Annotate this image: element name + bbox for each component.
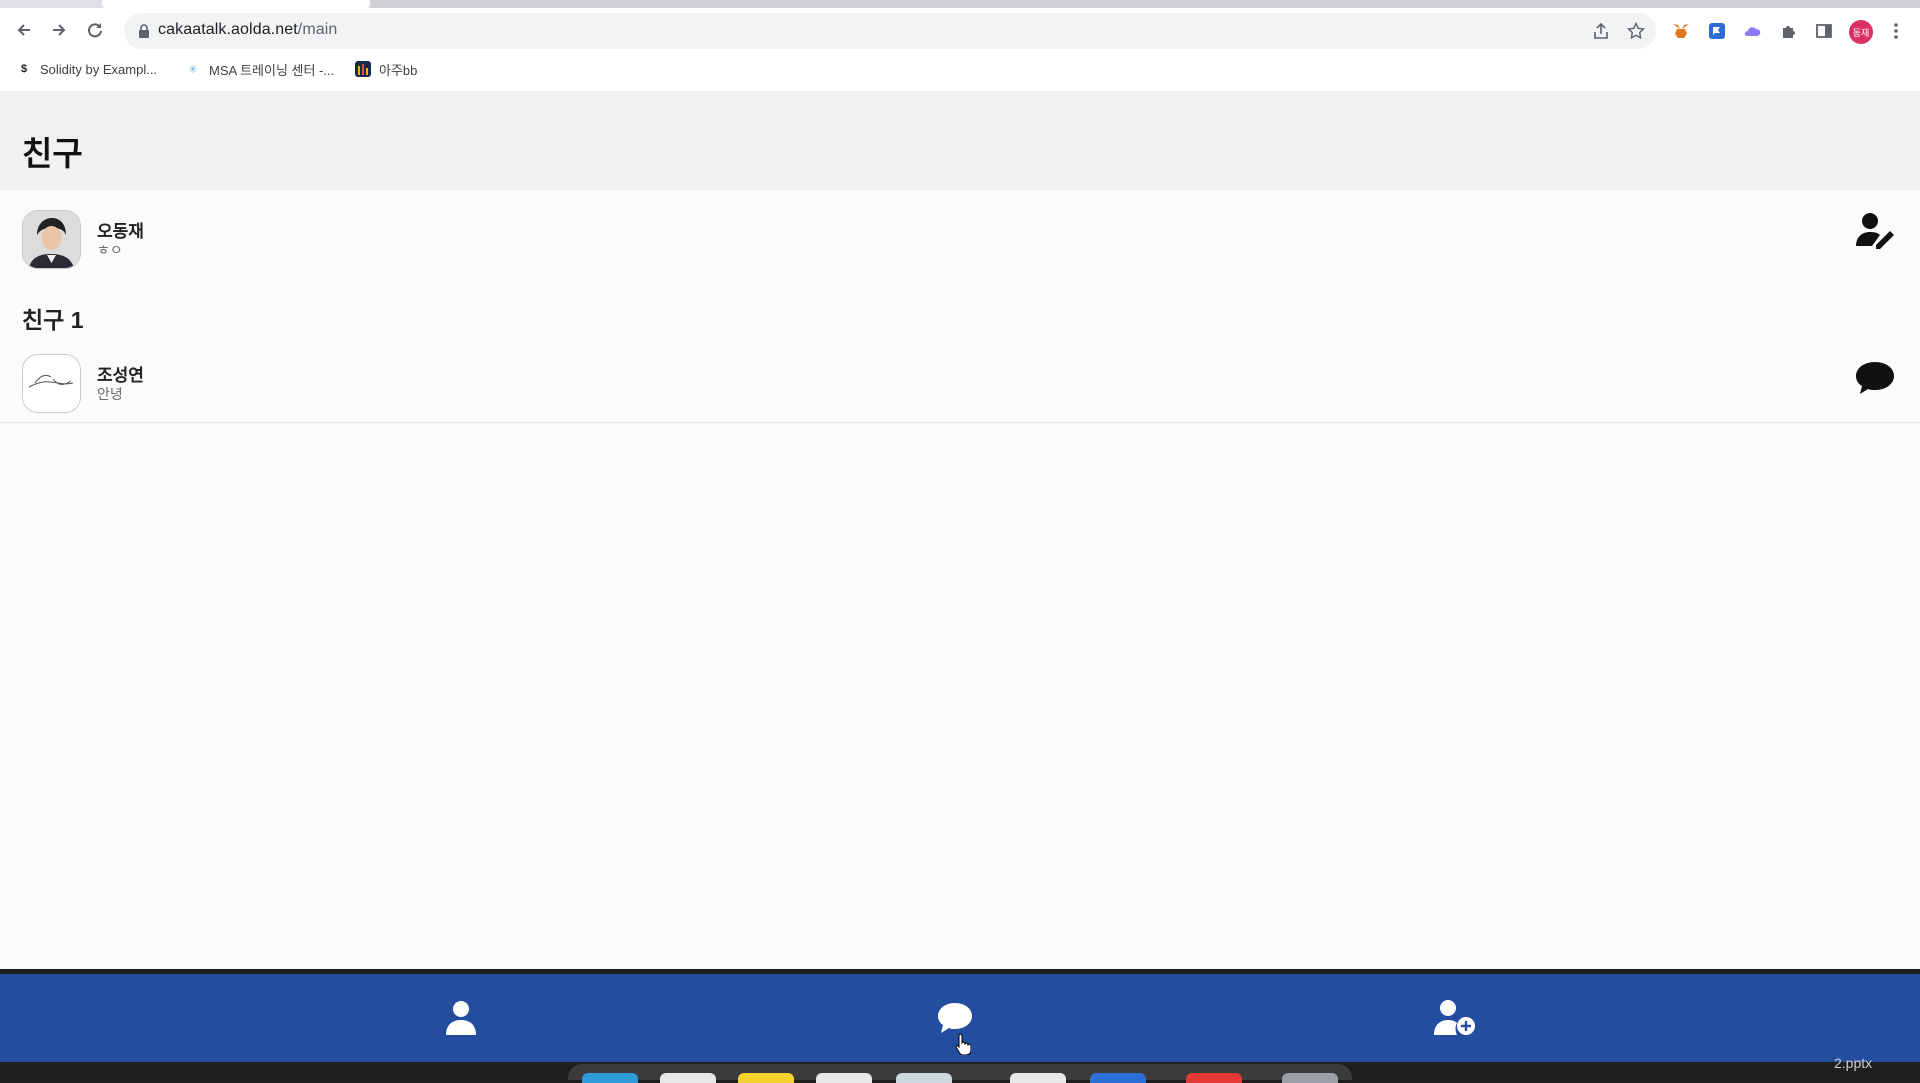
bookmark-label: Solidity by Exampl... bbox=[40, 61, 158, 77]
friend-row[interactable]: 조성연 안녕 bbox=[0, 344, 1920, 420]
bookmark-ajoubb[interactable]: 아주bb bbox=[355, 58, 417, 80]
page-header: 친구 bbox=[0, 91, 1920, 190]
forward-arrow-icon bbox=[53, 24, 66, 36]
active-tab[interactable] bbox=[102, 0, 370, 8]
address-bar[interactable]: cakaatalk.aolda.net/main bbox=[124, 13, 1656, 49]
portrait-photo bbox=[23, 211, 80, 268]
dock-app-5[interactable] bbox=[1090, 1073, 1146, 1083]
my-avatar[interactable] bbox=[22, 210, 81, 269]
fox-icon bbox=[1673, 24, 1689, 38]
add-friend-icon bbox=[1434, 1000, 1475, 1035]
puzzle-icon bbox=[1783, 26, 1795, 38]
profile-avatar[interactable]: 동재 bbox=[1849, 20, 1873, 44]
dock-app-finder[interactable] bbox=[582, 1073, 638, 1083]
url-text: cakaatalk.aolda.net/main bbox=[158, 21, 337, 39]
lock-icon bbox=[139, 24, 149, 38]
signature-image bbox=[23, 355, 80, 412]
chat-bubble-icon bbox=[938, 1003, 972, 1033]
metamask-extension[interactable] bbox=[1670, 20, 1692, 42]
url-path: /main bbox=[297, 21, 338, 38]
dock-app-1[interactable] bbox=[660, 1073, 716, 1083]
dock-app-4[interactable] bbox=[1010, 1073, 1066, 1083]
back-button[interactable] bbox=[11, 17, 37, 43]
dock-app-3[interactable] bbox=[896, 1073, 952, 1083]
chat-bubble-icon[interactable] bbox=[1854, 358, 1896, 400]
bookmarks-bar: $ Solidity by Exampl... ✳ MSA 트레이닝 센터 -.… bbox=[0, 58, 1920, 80]
bookmark-label: 아주bb bbox=[379, 62, 418, 78]
friend-avatar[interactable] bbox=[22, 354, 81, 413]
side-panel-icon bbox=[1816, 24, 1832, 38]
edit-profile-icon[interactable] bbox=[1854, 210, 1896, 252]
cloud-icon bbox=[1744, 27, 1761, 36]
reload-icon bbox=[88, 23, 102, 38]
bookmark-star-icon[interactable] bbox=[1627, 22, 1645, 40]
friends-section-title: 친구 1 bbox=[22, 307, 84, 333]
my-status: ㅎㅇ bbox=[97, 242, 123, 258]
bookmark-msa[interactable]: ✳ MSA 트레이닝 센터 -... bbox=[185, 58, 334, 80]
friends-page: 친구 오동재 ㅎㅇ 친구 1 조성연 안녕 bbox=[0, 91, 1920, 969]
share-icon[interactable] bbox=[1592, 22, 1610, 40]
kebab-menu-icon bbox=[1894, 23, 1898, 39]
nav-add-friend-button[interactable] bbox=[1433, 996, 1477, 1040]
dock-app-7[interactable] bbox=[1282, 1073, 1338, 1083]
friend-status: 안녕 bbox=[97, 386, 123, 402]
extensions-button[interactable] bbox=[1778, 20, 1800, 42]
list-divider bbox=[0, 422, 1920, 423]
ajoubb-icon bbox=[355, 61, 371, 77]
forward-button[interactable] bbox=[46, 17, 72, 43]
dock-app-2[interactable] bbox=[816, 1073, 872, 1083]
nav-friends-button[interactable] bbox=[439, 996, 483, 1040]
browser-menu-button[interactable] bbox=[1885, 20, 1907, 42]
url-host: cakaatalk.aolda.net bbox=[158, 21, 298, 38]
my-name: 오동재 bbox=[97, 222, 144, 241]
browser-chrome: cakaatalk.aolda.net/main 동재 $ Solidity b… bbox=[0, 0, 1920, 92]
reload-button[interactable] bbox=[82, 17, 108, 43]
back-arrow-icon bbox=[17, 24, 30, 36]
friend-name: 조성연 bbox=[97, 366, 144, 385]
solidity-icon: $ bbox=[20, 63, 28, 75]
bookmark-label: MSA 트레이닝 센터 -... bbox=[209, 62, 335, 78]
flag-icon bbox=[1709, 23, 1725, 39]
side-panel-button[interactable] bbox=[1813, 20, 1835, 42]
person-icon bbox=[446, 1001, 476, 1035]
desktop-file-label: 2.pptx bbox=[1834, 1055, 1873, 1071]
msa-icon: ✳ bbox=[188, 63, 198, 76]
bookmark-solidity[interactable]: $ Solidity by Exampl... bbox=[16, 58, 157, 80]
my-profile-row[interactable]: 오동재 ㅎㅇ bbox=[0, 200, 1920, 276]
dock-app-6[interactable] bbox=[1186, 1073, 1242, 1083]
dock-app-kakaotalk[interactable] bbox=[738, 1073, 794, 1083]
mouse-pointer-icon bbox=[955, 1033, 971, 1055]
blue-extension[interactable] bbox=[1706, 20, 1728, 42]
inactive-tab[interactable] bbox=[370, 0, 1920, 8]
page-title: 친구 bbox=[22, 135, 83, 172]
purple-extension[interactable] bbox=[1742, 20, 1764, 42]
